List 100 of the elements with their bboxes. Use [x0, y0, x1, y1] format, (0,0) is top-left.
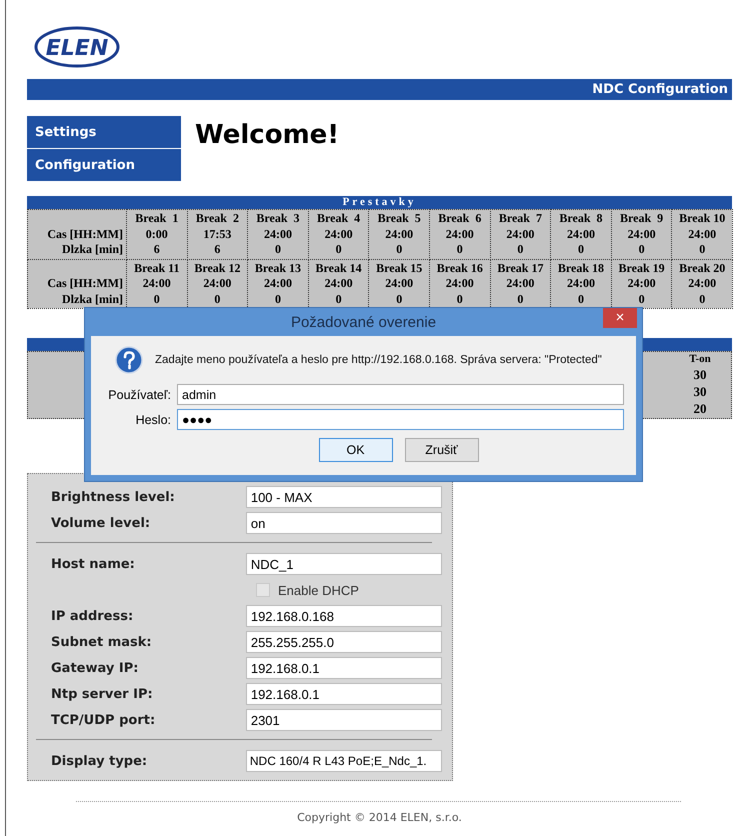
row-label: Cas [HH:MM] [47, 226, 123, 242]
break-length: 0 [274, 292, 281, 307]
break-time: 24:00 [688, 226, 716, 242]
break-time: 24:00 [506, 226, 534, 242]
field-label: Volume level: [50, 516, 152, 530]
input-field[interactable]: on [246, 512, 442, 534]
break-name: Break 13 [254, 260, 302, 276]
input-field[interactable]: 100 - MAX [246, 486, 442, 508]
input-field[interactable]: 2301 [246, 709, 442, 731]
break-time: 0:00 [146, 226, 168, 242]
input-field[interactable]: ●●●● [177, 409, 624, 430]
break-time: 24:00 [566, 226, 595, 242]
input-field[interactable]: NDC_1 [246, 553, 442, 575]
break-length: 0 [154, 292, 160, 307]
break-time: 24:00 [688, 276, 716, 292]
break-name: Break 8 [559, 211, 603, 226]
break-time: 24:00 [506, 276, 534, 292]
field-label: Display type: [50, 754, 148, 768]
break-length: 0 [638, 242, 645, 258]
break-name: Break 12 [194, 260, 240, 276]
input-field[interactable]: NDC 160/4 R L43 PoE;E_Ndc_1. [246, 750, 442, 772]
break-length: 0 [396, 292, 402, 307]
break-name: Break 17 [497, 260, 544, 276]
break-time: 24:00 [385, 276, 414, 292]
break-length: 0 [578, 242, 584, 258]
break-length: 6 [154, 242, 160, 258]
break-name: Break 19 [618, 260, 665, 276]
break-name: Break 16 [436, 260, 483, 276]
break-time: 24:00 [628, 226, 656, 242]
row-label: Dlzka [min] [62, 242, 123, 258]
break-length: 0 [638, 292, 645, 307]
break-length: 0 [456, 242, 463, 258]
break-name: Break 2 [196, 211, 239, 226]
break-time: 24:00 [446, 276, 474, 292]
break-name: Break 14 [316, 260, 362, 276]
break-name: Break 1 [135, 211, 178, 226]
break-length: 0 [456, 292, 463, 307]
table-cell: 30 [694, 366, 706, 383]
field-label: Heslo: [134, 412, 172, 426]
break-time: 24:00 [203, 276, 232, 292]
break-length: 0 [517, 242, 524, 258]
welcome-heading: Welcome! [195, 120, 340, 152]
field-label: IP address: [50, 608, 134, 624]
field-label: Ntp server IP: [50, 686, 154, 702]
input-field[interactable]: 192.168.0.1 [246, 657, 442, 679]
break-name: Break 7 [498, 211, 542, 226]
break-name: Break 9 [620, 211, 664, 226]
column-header: T-on [689, 352, 711, 366]
break-length: 0 [578, 292, 584, 307]
break-time: 24:00 [324, 226, 353, 242]
break-name: Break 3 [256, 211, 300, 226]
break-length: 0 [699, 292, 706, 307]
break-name: Break 11 [134, 260, 180, 276]
table-cell: 30 [694, 383, 706, 400]
field-label: Gateway IP: [50, 660, 140, 676]
break-length: 0 [336, 292, 342, 307]
menu-item[interactable]: Settings [27, 116, 181, 148]
break-name: Break 5 [378, 211, 421, 226]
dialog-title: Požadované overenie [290, 314, 436, 330]
break-length: 0 [214, 292, 220, 307]
dialog-button[interactable]: OK [318, 438, 392, 462]
copyright-text: Copyright © 2014 ELEN, s.r.o. [296, 811, 463, 824]
close-button[interactable]: × [603, 308, 637, 328]
break-length: 0 [336, 242, 342, 258]
break-length: 0 [396, 242, 402, 258]
break-name: Break 10 [679, 211, 726, 226]
row-label: Dlzka [min] [62, 292, 123, 307]
input-field[interactable]: 192.168.0.168 [246, 605, 442, 627]
logo: ELEN [34, 26, 120, 68]
break-time: 24:00 [566, 276, 595, 292]
break-name: Break 20 [679, 260, 726, 276]
table-cell: 20 [694, 400, 706, 417]
input-field[interactable]: 255.255.255.0 [246, 631, 442, 653]
break-time: 17:53 [203, 226, 232, 242]
break-name: Break 6 [438, 211, 482, 226]
checkbox-label: Enable DHCP [278, 582, 359, 598]
break-length: 0 [699, 242, 706, 258]
field-label: Subnet mask: [50, 634, 153, 650]
break-length: 0 [517, 292, 524, 307]
input-field[interactable]: admin [177, 384, 624, 405]
header-title: NDC Configuration [592, 82, 728, 97]
menu-item[interactable]: Configuration [27, 149, 181, 181]
break-time: 24:00 [446, 226, 474, 242]
field-label: TCP/UDP port: [50, 712, 156, 728]
break-name: Break 4 [317, 211, 360, 226]
break-time: 24:00 [385, 226, 414, 242]
dialog-button[interactable]: Zrušiť [404, 438, 478, 462]
break-length: 0 [274, 242, 281, 258]
break-name: Break 15 [376, 260, 422, 276]
break-time: 24:00 [628, 276, 656, 292]
break-length: 6 [214, 242, 220, 258]
break-name: Break 18 [558, 260, 604, 276]
break-time: 24:00 [264, 276, 292, 292]
table-title: Prestavky [27, 196, 732, 209]
field-label: Brightness level: [50, 490, 176, 504]
input-field[interactable]: 192.168.0.1 [246, 683, 442, 705]
row-label: Cas [HH:MM] [47, 276, 123, 292]
field-label: Host name: [50, 556, 136, 572]
break-time: 24:00 [264, 226, 292, 242]
question-icon [115, 346, 143, 374]
